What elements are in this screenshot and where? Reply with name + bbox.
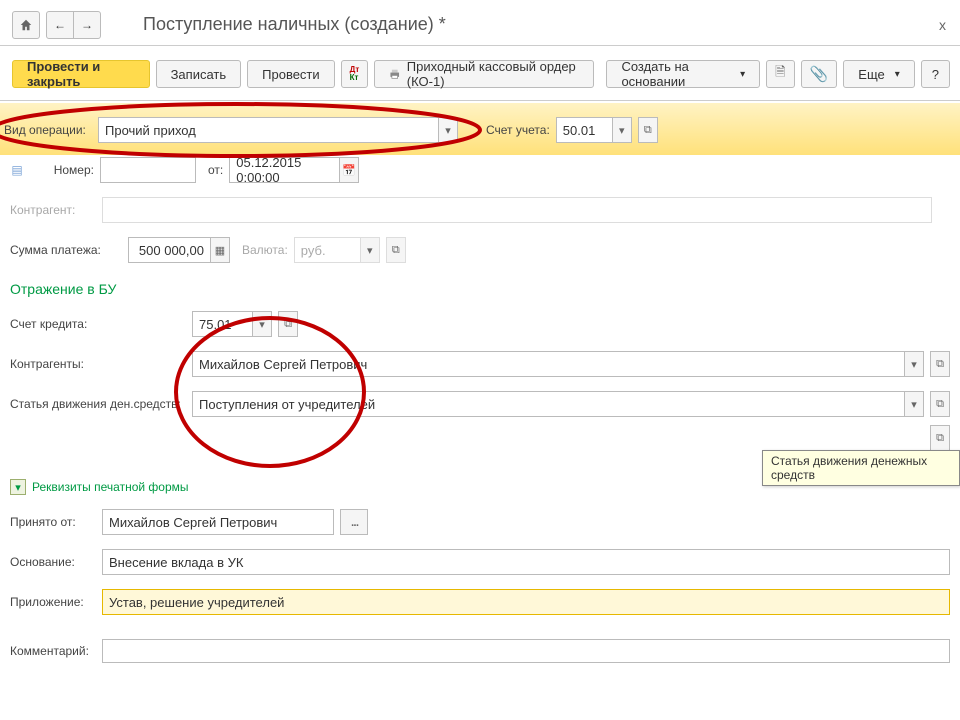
arrow-right-icon: → [81,18,93,32]
attachment-field[interactable]: Устав, решение учредителей [102,589,950,615]
calendar-icon: 📅 [342,164,356,177]
topbar: ← → Поступление наличных (создание) * x [0,0,960,46]
home-button[interactable] [12,11,40,39]
line-number-icon: ▤ [10,163,24,177]
attachment-label: Приложение: [10,595,96,609]
post-button[interactable]: Провести [247,60,335,88]
toolbar: Провести и закрыть Записать Провести ДтК… [0,46,960,101]
open-icon: ⧉ [936,358,944,371]
open-external-button[interactable]: ⧉ [930,351,950,377]
credit-account-field[interactable]: 75.01 [192,311,252,337]
tooltip: Статья движения денежных средств [762,450,960,486]
forward-button[interactable]: → [73,11,101,39]
counterparty-field [102,197,932,223]
from-label: от: [208,163,223,177]
open-external-button[interactable]: ⧉ [930,391,950,417]
page-title: Поступление наличных (создание) * [143,14,929,35]
number-label: Номер: [30,163,94,177]
more-button[interactable]: Еще ▾ [843,60,914,88]
open-icon: ⧉ [392,244,400,257]
collapse-icon: ▾ [10,479,26,495]
print-order-button[interactable]: Приходный кассовый ордер (КО-1) [374,60,594,88]
credit-account-label: Счет кредита: [10,317,186,331]
report-button[interactable]: 🗎 [766,60,794,88]
arrow-left-icon: ← [54,18,66,32]
open-icon: ⧉ [644,124,652,137]
dropdown-button[interactable]: ▾ [360,237,380,263]
calendar-button[interactable]: 📅 [339,157,359,183]
amount-field[interactable]: 500 000,00 [128,237,210,263]
close-button[interactable]: x [935,13,950,37]
account-label: Счет учета: [486,123,550,137]
dropdown-button[interactable]: ▾ [612,117,632,143]
basis-field[interactable]: Внесение вклада в УК [102,549,950,575]
number-field[interactable] [100,157,196,183]
ellipsis-button[interactable]: ... [340,509,368,535]
attach-button[interactable]: 📎 [801,60,838,88]
comment-field[interactable] [102,639,950,663]
calculator-button[interactable]: ▦ [210,237,230,263]
amount-label: Сумма платежа: [10,243,122,257]
open-icon: ⧉ [936,432,944,445]
operation-type-select[interactable]: Прочий приход [98,117,438,143]
account-field[interactable]: 50.01 [556,117,612,143]
document-icon: 🗎 [775,63,785,85]
cashflow-item-field[interactable]: Поступления от учредителей [192,391,904,417]
home-icon [19,18,33,32]
received-from-field[interactable]: Михайлов Сергей Петрович [102,509,334,535]
currency-field: руб. [294,237,360,263]
counterparties-field[interactable]: Михайлов Сергей Петрович [192,351,904,377]
open-external-button[interactable]: ⧉ [930,425,950,451]
received-from-label: Принято от: [10,515,96,529]
print-requisites-label: Реквизиты печатной формы [32,480,189,494]
form-content: Вид операции: Прочий приход ▾ Счет учета… [0,117,960,673]
comment-label: Комментарий: [10,644,96,658]
printer-icon [389,68,400,80]
accounting-section-title: Отражение в БУ [10,281,950,297]
create-based-label: Создать на основании [621,59,730,89]
save-button[interactable]: Записать [156,60,242,88]
open-icon: ⧉ [936,398,944,411]
open-icon: ⧉ [284,318,292,331]
post-and-close-button[interactable]: Провести и закрыть [12,60,150,88]
calculator-icon: ▦ [215,244,225,257]
dropdown-button[interactable]: ▾ [904,391,924,417]
dtkt-icon: ДтКт [350,66,360,82]
currency-label: Валюта: [242,243,288,257]
basis-label: Основание: [10,555,96,569]
back-button[interactable]: ← [46,11,74,39]
chevron-down-icon: ▾ [740,69,745,80]
chevron-down-icon: ▾ [895,69,900,80]
open-external-button[interactable]: ⧉ [278,311,298,337]
cashflow-item-label: Статья движения ден.средств: [10,397,186,411]
counterparties-label: Контрагенты: [10,357,186,371]
dropdown-button[interactable]: ▾ [904,351,924,377]
date-field[interactable]: 05.12.2015 0:00:00 [229,157,339,183]
operation-type-label: Вид операции: [4,123,92,137]
paperclip-icon: 📎 [810,65,829,83]
print-order-label: Приходный кассовый ордер (КО-1) [407,59,580,89]
dropdown-button[interactable]: ▾ [438,117,458,143]
create-based-button[interactable]: Создать на основании ▾ [606,60,760,88]
dropdown-button[interactable]: ▾ [252,311,272,337]
counterparty-label: Контрагент: [10,203,96,217]
open-external-button[interactable]: ⧉ [638,117,658,143]
help-button[interactable]: ? [921,60,950,88]
open-external-button[interactable]: ⧉ [386,237,406,263]
dtkt-button[interactable]: ДтКт [341,60,369,88]
nav-group: ← → [46,11,101,39]
more-label: Еще [858,67,884,82]
